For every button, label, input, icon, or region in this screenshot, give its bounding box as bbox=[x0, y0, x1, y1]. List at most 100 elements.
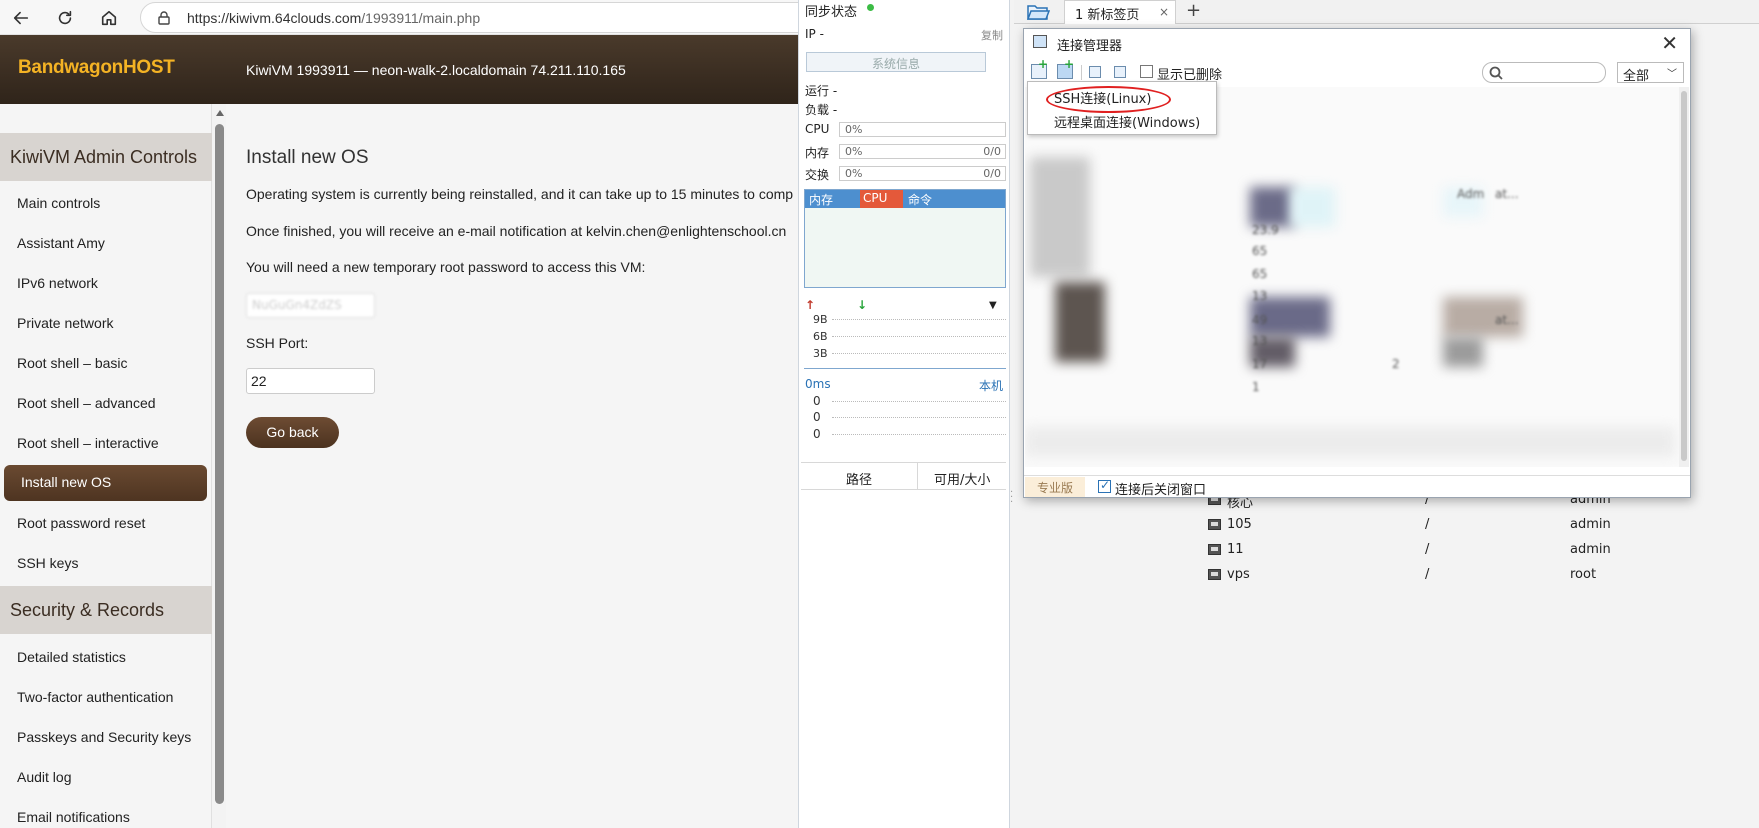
new-folder-icon[interactable] bbox=[1057, 57, 1074, 79]
menu-item-rdp-windows[interactable]: 远程桌面连接(Windows) bbox=[1054, 112, 1200, 131]
redacted-block bbox=[1055, 282, 1105, 362]
sidebar-item-email-notifications[interactable]: Email notifications bbox=[0, 801, 212, 828]
redacted-text: 65 bbox=[1252, 244, 1268, 258]
redacted-block bbox=[1290, 187, 1335, 227]
session-name: vps bbox=[1227, 567, 1250, 582]
col-path[interactable]: 路径 bbox=[846, 469, 872, 488]
net-divider bbox=[804, 368, 1006, 369]
dialog-footer: 专业版 连接后关闭窗口 bbox=[1024, 475, 1690, 498]
sidebar-item-audit-log[interactable]: Audit log bbox=[0, 761, 212, 795]
sync-status-dot bbox=[867, 4, 874, 11]
ssh-port-field[interactable]: 22 bbox=[246, 368, 375, 394]
net-gridline bbox=[832, 336, 1006, 337]
collapse-icon[interactable] bbox=[1089, 66, 1101, 78]
session-path: / bbox=[1425, 567, 1430, 582]
upload-arrow-icon: ↑ bbox=[805, 298, 816, 312]
scroll-up-icon[interactable] bbox=[216, 110, 224, 116]
ip-label: IP - bbox=[805, 27, 824, 41]
column-divider bbox=[917, 463, 918, 489]
dialog-scrollbar[interactable] bbox=[1679, 87, 1689, 467]
address-bar[interactable]: https://kiwivm.64clouds.com/1993911/main… bbox=[140, 2, 820, 33]
close-after-connect-checkbox[interactable] bbox=[1098, 478, 1111, 493]
dialog-titlebar[interactable]: 连接管理器 ✕ bbox=[1024, 29, 1690, 57]
sync-status: 同步状态 bbox=[805, 5, 858, 20]
redacted-text: 1 bbox=[1252, 380, 1260, 394]
ssh-port-label: SSH Port: bbox=[246, 335, 309, 351]
sidebar-section-security: Security & Records bbox=[0, 586, 212, 634]
mem-meter: 0% 0/0 bbox=[839, 144, 1006, 159]
session-name: 11 bbox=[1227, 542, 1244, 557]
sidebar-item-root-shell-advanced[interactable]: Root shell – advanced bbox=[0, 387, 212, 421]
connection-list-area[interactable]: 23.9 65 65 13 49 13 17 1 2 Adm at... at.… bbox=[1025, 87, 1679, 467]
expand-icon[interactable] bbox=[1114, 66, 1126, 78]
sidebar-item-root-shell-basic[interactable]: Root shell – basic bbox=[0, 347, 212, 381]
back-button[interactable] bbox=[8, 5, 34, 31]
terminal-tabbar: 1 新标签页 × + bbox=[1014, 0, 1759, 24]
ping-value: 0 bbox=[813, 410, 821, 424]
net-label-6b: 6B bbox=[813, 330, 828, 343]
process-table[interactable]: 内存 CPU 命令 bbox=[804, 189, 1006, 288]
scroll-thumb[interactable] bbox=[1681, 91, 1687, 461]
temp-password-field[interactable]: NuGuGn4ZdZS bbox=[246, 293, 375, 318]
show-deleted-checkbox[interactable] bbox=[1140, 65, 1153, 78]
sidebar-item-main-controls[interactable]: Main controls bbox=[0, 187, 212, 221]
sidebar-item-root-password-reset[interactable]: Root password reset bbox=[0, 507, 212, 541]
copy-link[interactable]: 复制 bbox=[981, 27, 1003, 43]
redacted-block bbox=[1443, 337, 1483, 367]
tab-close-icon[interactable]: × bbox=[1159, 5, 1169, 19]
sidebar-item-two-factor[interactable]: Two-factor authentication bbox=[0, 681, 212, 715]
redacted-text: 13 bbox=[1252, 334, 1268, 348]
sidebar-item-root-shell-interactive[interactable]: Root shell – interactive bbox=[0, 427, 212, 461]
ping-target[interactable]: 本机 bbox=[979, 377, 1003, 394]
sidebar-item-passkeys[interactable]: Passkeys and Security keys bbox=[0, 721, 212, 755]
ping-label: 0ms bbox=[805, 377, 831, 391]
redacted-text: Adm bbox=[1457, 187, 1485, 201]
sidebar-item-ssh-keys[interactable]: SSH keys bbox=[0, 547, 212, 581]
dialog-close-icon[interactable]: ✕ bbox=[1661, 31, 1678, 55]
reload-button[interactable] bbox=[52, 5, 78, 31]
col-cpu[interactable]: CPU bbox=[860, 190, 903, 208]
email-notice: Once finished, you will receive an e-mai… bbox=[246, 223, 787, 239]
folder-open-icon[interactable] bbox=[1026, 2, 1050, 22]
sidebar-section-admin: KiwiVM Admin Controls bbox=[0, 133, 212, 181]
net-dropdown-icon[interactable]: ▼ bbox=[989, 300, 997, 311]
sidebar-item-detailed-statistics[interactable]: Detailed statistics bbox=[0, 641, 212, 675]
sidebar-scrollbar[interactable] bbox=[214, 110, 225, 828]
tab-new[interactable]: 1 新标签页 × bbox=[1064, 0, 1176, 24]
site-logo[interactable]: BandwagonHOST bbox=[18, 57, 175, 79]
scroll-thumb[interactable] bbox=[215, 124, 224, 804]
sidebar-item-private-network[interactable]: Private network bbox=[0, 307, 212, 341]
tab-label: 1 新标签页 bbox=[1075, 8, 1140, 23]
site-header: BandwagonHOST KiwiVM 1993911 — neon-walk… bbox=[0, 35, 800, 104]
redacted-text: 13 bbox=[1252, 289, 1268, 303]
search-input[interactable] bbox=[1482, 62, 1606, 83]
col-command[interactable]: 命令 bbox=[908, 191, 932, 208]
swap-meter: 0% 0/0 bbox=[839, 166, 1006, 181]
sidebar-item-install-new-os[interactable]: Install new OS bbox=[4, 465, 207, 501]
password-notice: You will need a new temporary root passw… bbox=[246, 259, 646, 275]
col-mem[interactable]: 内存 bbox=[809, 191, 833, 208]
sysinfo-button[interactable]: 系统信息 bbox=[806, 52, 986, 72]
main-content: Install new OS Operating system is curre… bbox=[226, 104, 800, 828]
new-tab-button[interactable]: + bbox=[1186, 0, 1201, 21]
filter-value: 全部 bbox=[1623, 69, 1650, 84]
home-button[interactable] bbox=[96, 5, 122, 31]
session-user: admin bbox=[1570, 542, 1611, 557]
redacted-text: 17 bbox=[1252, 357, 1268, 371]
new-connection-icon[interactable] bbox=[1031, 57, 1048, 79]
col-size[interactable]: 可用/大小 bbox=[934, 469, 990, 488]
session-name: 105 bbox=[1227, 517, 1252, 532]
net-gridline bbox=[832, 319, 1006, 320]
sidebar-item-assistant-amy[interactable]: Assistant Amy bbox=[0, 227, 212, 261]
reinstall-message: Operating system is currently being rein… bbox=[246, 186, 794, 202]
cpu-label: CPU bbox=[805, 122, 830, 136]
panel-splitter-handle[interactable]: · · · bbox=[1010, 488, 1013, 508]
terminal-icon bbox=[1208, 519, 1221, 530]
sidebar-item-ipv6-network[interactable]: IPv6 network bbox=[0, 267, 212, 301]
chevron-down-icon: ﹀ bbox=[1667, 69, 1677, 80]
redacted-text: 49 bbox=[1252, 313, 1268, 327]
uptime-label: 运行 - bbox=[805, 84, 838, 98]
go-back-button[interactable]: Go back bbox=[246, 417, 339, 448]
pro-edition-badge[interactable]: 专业版 bbox=[1025, 477, 1085, 497]
filter-select[interactable]: 全部 ﹀ bbox=[1617, 62, 1684, 84]
